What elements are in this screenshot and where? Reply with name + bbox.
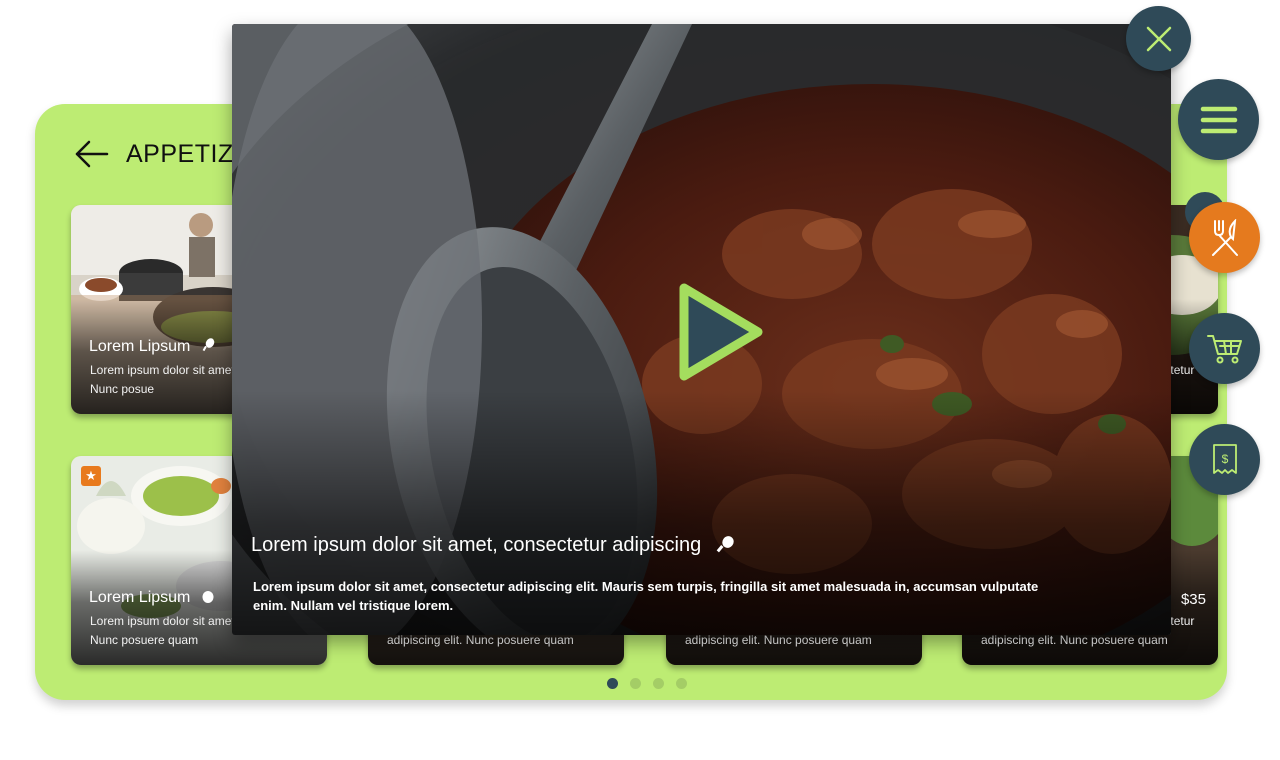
play-icon[interactable] bbox=[676, 282, 766, 382]
pagination-dots bbox=[607, 678, 687, 689]
page-dot[interactable] bbox=[653, 678, 664, 689]
item-title: Lorem Lipsum bbox=[89, 338, 215, 356]
menu-button[interactable] bbox=[1178, 79, 1259, 160]
food-menu-button[interactable] bbox=[1189, 202, 1260, 273]
item-detail-video[interactable]: Lorem ipsum dolor sit amet, consectetur … bbox=[232, 24, 1171, 635]
close-icon bbox=[1146, 26, 1171, 51]
chicken-leg-icon bbox=[716, 536, 734, 553]
hamburger-menu-icon bbox=[1200, 106, 1237, 133]
svg-text:$: $ bbox=[1221, 452, 1228, 466]
menu-app: APPETIZ Lorem Lipsum Lorem ipsum dolor s… bbox=[0, 0, 1280, 760]
egg-icon bbox=[202, 591, 214, 603]
page-dot[interactable] bbox=[607, 678, 618, 689]
bill-button[interactable]: $ bbox=[1189, 424, 1260, 495]
section-title: APPETIZ bbox=[126, 140, 234, 168]
detail-description: Lorem ipsum dolor sit amet, consectetur … bbox=[253, 579, 1039, 613]
chicken-leg-icon bbox=[202, 338, 215, 352]
receipt-icon: $ bbox=[1212, 443, 1237, 474]
cart-button[interactable] bbox=[1189, 313, 1260, 384]
page-dot[interactable] bbox=[676, 678, 687, 689]
item-title: Lorem Lipsum bbox=[89, 589, 215, 607]
back-arrow-icon[interactable] bbox=[73, 138, 109, 170]
item-price: $35 bbox=[1180, 591, 1206, 608]
detail-title: Lorem ipsum dolor sit amet, consectetur … bbox=[251, 534, 735, 557]
shopping-cart-icon bbox=[1206, 334, 1242, 363]
fork-knife-icon bbox=[1211, 218, 1238, 256]
close-button[interactable] bbox=[1126, 6, 1191, 71]
favorite-star-icon: ★ bbox=[81, 466, 101, 486]
page-dot[interactable] bbox=[630, 678, 641, 689]
